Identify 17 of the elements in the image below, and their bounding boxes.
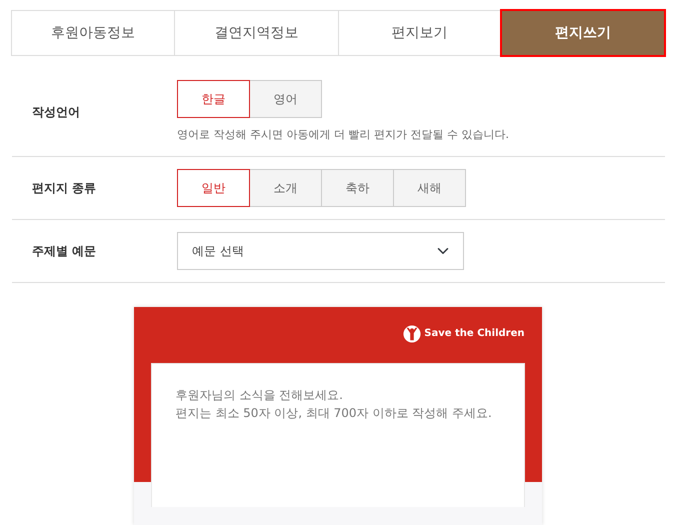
- option-button[interactable]: 한글: [177, 80, 250, 118]
- logo-icon: [403, 324, 422, 342]
- option-button[interactable]: 새해: [393, 168, 466, 206]
- brand-text: Save the Children: [424, 327, 524, 341]
- field-label: 주제별 예문: [31, 242, 98, 260]
- field-label: 작성언어: [31, 104, 81, 121]
- option-button[interactable]: 영어: [249, 80, 322, 118]
- example-select[interactable]: 예문 선택: [177, 232, 464, 270]
- option-button[interactable]: 축하: [321, 168, 394, 206]
- tab[interactable]: 편지보기: [338, 10, 502, 56]
- option-button[interactable]: 소개: [249, 168, 322, 206]
- hint-text: 영어로 작성해 주시면 아동에게 더 빨리 편지가 전달될 수 있습니다.: [177, 127, 509, 143]
- tab[interactable]: 편지쓰기: [500, 10, 665, 56]
- tab[interactable]: 결연지역정보: [174, 10, 338, 56]
- option-button[interactable]: 일반: [177, 168, 250, 206]
- field-label: 편지지 종류: [31, 180, 98, 196]
- tab[interactable]: 후원아동정보: [11, 10, 176, 56]
